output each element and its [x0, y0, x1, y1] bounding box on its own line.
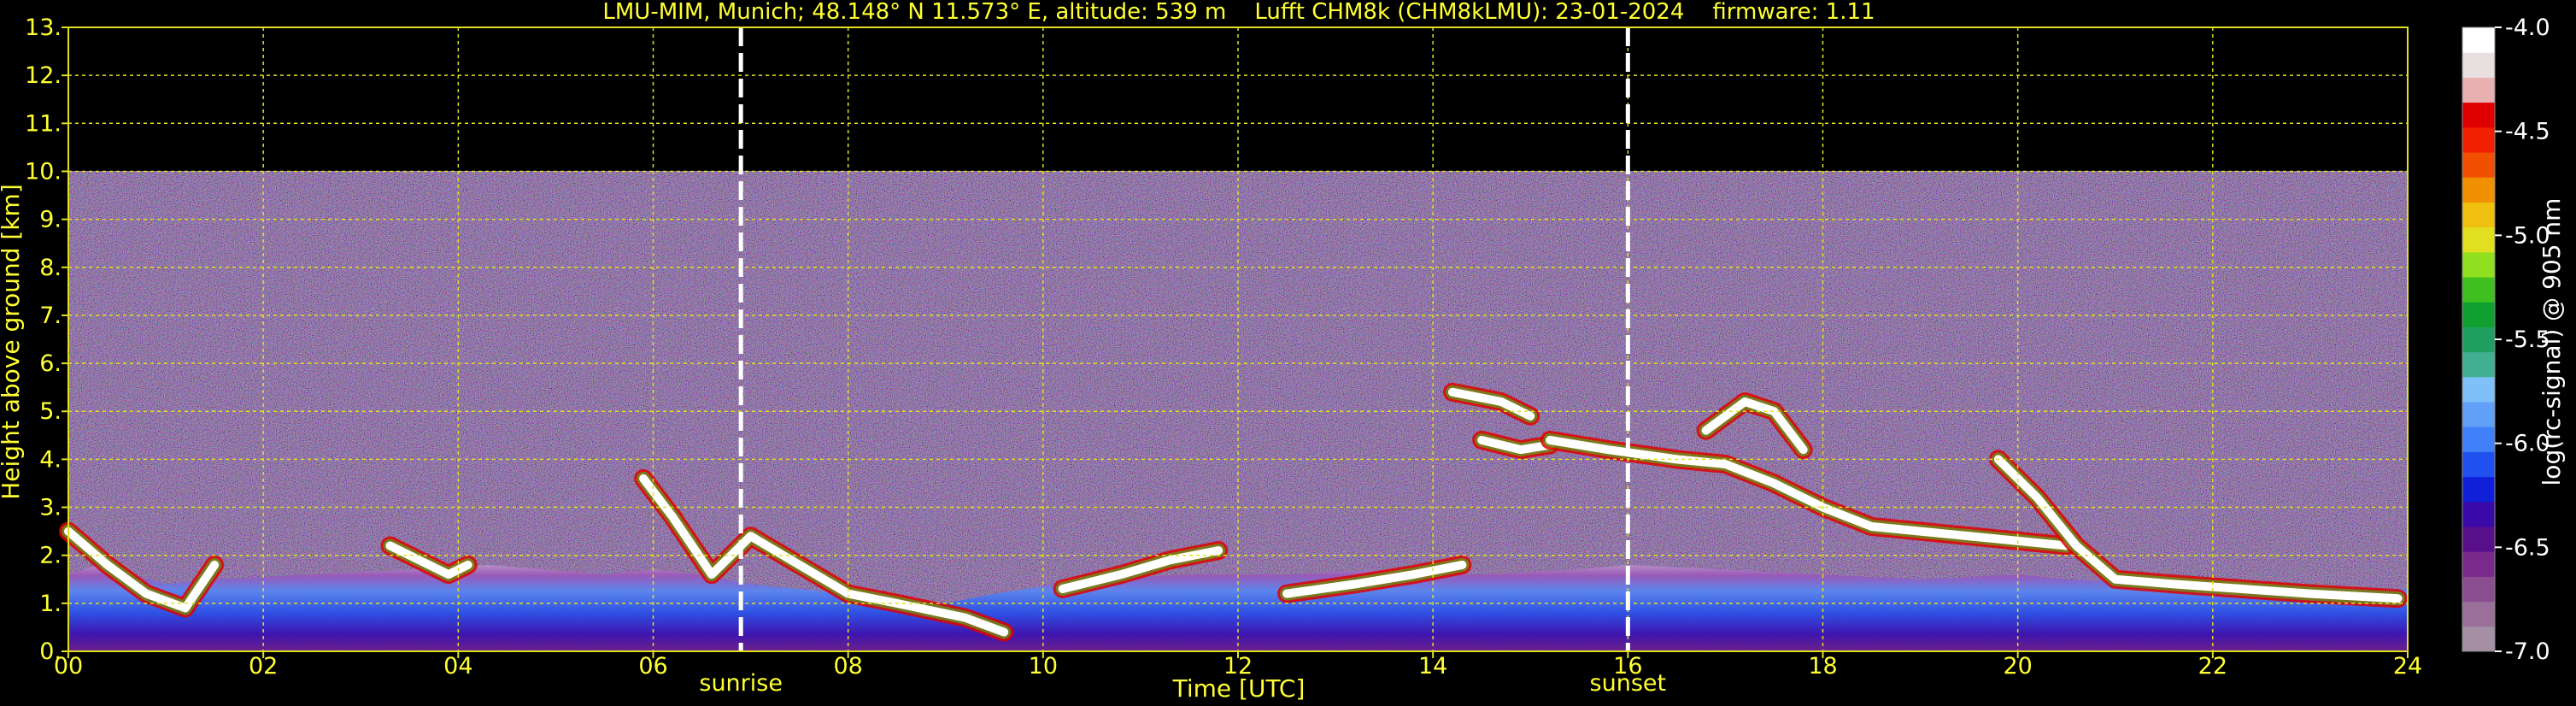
x-tick-label: 18	[1808, 653, 1837, 680]
colorbar-segment	[2462, 302, 2495, 327]
y-tick-label: 1.	[39, 591, 62, 617]
y-tick-label: 2.	[39, 543, 62, 569]
colorbar-segment	[2462, 277, 2495, 303]
colorbar-segment	[2462, 376, 2495, 403]
colorbar-segment	[2462, 202, 2495, 228]
colorbar-segment	[2462, 527, 2495, 552]
colorbar-tick-label: -7.0	[2505, 638, 2550, 665]
colorbar-segment	[2462, 327, 2495, 353]
plot-area	[59, 27, 2408, 651]
y-tick-label: 5.	[39, 398, 62, 425]
x-tick-label: 06	[638, 653, 667, 680]
colorbar-segment	[2462, 601, 2495, 627]
colorbar-segment	[2462, 451, 2495, 478]
colorbar-segment	[2462, 251, 2495, 278]
y-tick-label: 3.	[39, 495, 62, 521]
colorbar-segment	[2462, 626, 2495, 652]
x-tick-label: 04	[443, 653, 472, 680]
x-tick-label: 14	[1418, 653, 1447, 680]
colorbar-segment	[2462, 152, 2495, 178]
colorbar-segment	[2462, 77, 2495, 103]
ceilometer-chart: sunrise sunset 0.1.2.3.4.5.6.7.8.9.10.11.…	[0, 0, 2576, 706]
colorbar-segment	[2462, 27, 2495, 53]
colorbar-tick-label: -4.0	[2505, 15, 2550, 41]
colorbar-tick-label: -4.5	[2505, 119, 2550, 145]
colorbar-segment	[2462, 427, 2495, 452]
x-tick-label: 22	[2198, 653, 2227, 680]
x-tick-label: 08	[833, 653, 862, 680]
colorbar-segment	[2462, 476, 2495, 503]
colorbar-segment	[2462, 402, 2495, 427]
x-axis-label: Time [UTC]	[1172, 674, 1306, 703]
x-tick-label: 20	[2003, 653, 2032, 680]
y-tick-label: 12.	[25, 62, 62, 89]
colorbar-segment	[2462, 126, 2495, 153]
colorbar-segment	[2462, 102, 2495, 128]
colorbar-label: log(rc-signal) @ 905 nm	[2538, 198, 2566, 486]
x-tick-label: 00	[54, 653, 83, 680]
y-tick-label: 4.	[39, 446, 62, 473]
x-tick-label: 24	[2393, 653, 2422, 680]
event-label-sunrise: sunrise	[699, 670, 783, 697]
y-tick-label: 8.	[39, 255, 62, 281]
y-tick-label: 13.	[25, 15, 62, 41]
colorbar-segment	[2462, 227, 2495, 253]
y-tick-label: 7.	[39, 303, 62, 329]
x-tick-label: 10	[1029, 653, 1058, 680]
y-tick-label: 11.	[25, 110, 62, 137]
x-tick-label: 16	[1613, 653, 1642, 680]
x-tick-label: 02	[249, 653, 278, 680]
colorbar-segment	[2462, 177, 2495, 203]
colorbar-segment	[2462, 551, 2495, 577]
colorbar-segment	[2462, 501, 2495, 527]
y-tick-label: 9.	[39, 207, 62, 233]
y-tick-label: 6.	[39, 350, 62, 377]
y-axis-label: Height above ground [km]	[0, 184, 25, 500]
colorbar-segment	[2462, 52, 2495, 78]
colorbar-segment	[2462, 351, 2495, 378]
colorbar-segment	[2462, 576, 2495, 603]
colorbar-tick-label: -6.5	[2505, 534, 2550, 561]
y-tick-label: 10.	[25, 158, 62, 185]
chart-title: LMU-MIM, Munich; 48.148° N 11.573° E, al…	[602, 0, 1875, 25]
